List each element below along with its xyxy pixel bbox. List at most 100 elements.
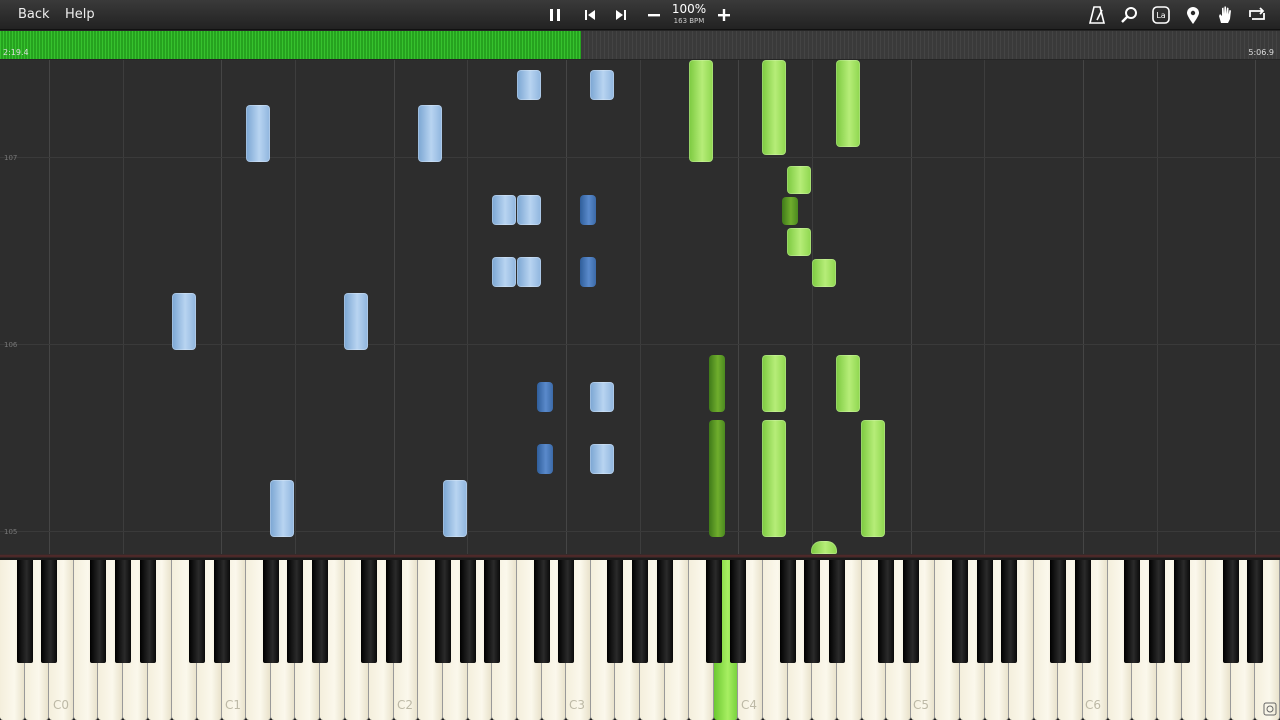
black-key[interactable] <box>976 560 993 663</box>
black-key[interactable] <box>41 560 58 663</box>
note-left-hand <box>517 70 541 100</box>
note-left-hand <box>270 480 294 537</box>
black-key[interactable] <box>1001 560 1018 663</box>
grid-line <box>1083 60 1084 554</box>
octave-label: C6 <box>1085 698 1102 712</box>
measure-label: 105 <box>4 528 18 536</box>
label-icon-text: La <box>1156 11 1165 20</box>
skip-back-icon[interactable] <box>578 3 602 27</box>
black-key[interactable] <box>1173 560 1190 663</box>
fullscreen-icon[interactable] <box>1263 701 1277 716</box>
note-left-hand <box>492 257 516 287</box>
black-key[interactable] <box>1247 560 1264 663</box>
black-key[interactable] <box>435 560 452 663</box>
song-progress-bar[interactable] <box>0 31 1280 59</box>
black-key[interactable] <box>287 560 304 663</box>
black-key[interactable] <box>656 560 673 663</box>
grid-line <box>911 60 912 554</box>
back-button[interactable]: Back <box>10 3 58 26</box>
black-key[interactable] <box>115 560 132 663</box>
black-key[interactable] <box>1148 560 1165 663</box>
note-left-hand-black <box>580 195 596 225</box>
note-right-hand-black <box>709 355 725 412</box>
note-left-hand <box>517 257 541 287</box>
note-right-hand <box>762 355 786 412</box>
black-key[interactable] <box>188 560 205 663</box>
note-left-hand <box>246 105 270 162</box>
progress-fill <box>0 31 582 59</box>
note-left-hand <box>344 293 368 350</box>
note-right-hand <box>762 60 786 155</box>
black-key[interactable] <box>705 560 722 663</box>
help-button[interactable]: Help <box>57 3 103 26</box>
hand-icon[interactable] <box>1213 3 1237 27</box>
note-left-hand <box>590 444 614 474</box>
note-right-hand-black <box>709 420 725 537</box>
grid-line <box>984 60 985 554</box>
black-key[interactable] <box>558 560 575 663</box>
metronome-icon[interactable] <box>1085 3 1109 27</box>
black-key[interactable] <box>1050 560 1067 663</box>
grid-line <box>467 60 468 554</box>
black-key[interactable] <box>262 560 279 663</box>
octave-label: C5 <box>913 698 930 712</box>
black-key[interactable] <box>459 560 476 663</box>
note-left-hand <box>418 105 442 162</box>
black-key[interactable] <box>607 560 624 663</box>
grid-line <box>1255 60 1256 554</box>
octave-label: C1 <box>225 698 242 712</box>
black-key[interactable] <box>1075 560 1092 663</box>
black-key[interactable] <box>16 560 33 663</box>
black-key[interactable] <box>632 560 648 663</box>
speed-display[interactable]: 100% 163 BPM <box>671 2 707 26</box>
search-icon[interactable] <box>1117 3 1141 27</box>
note-left-hand <box>517 195 541 225</box>
black-key[interactable] <box>312 560 328 663</box>
black-key[interactable] <box>1124 560 1141 663</box>
note-right-hand <box>836 60 860 147</box>
grid-line <box>812 60 813 554</box>
total-time: 5:06.9 <box>1248 48 1274 57</box>
black-key[interactable] <box>1222 560 1239 663</box>
black-key[interactable] <box>730 560 747 663</box>
black-key[interactable] <box>90 560 107 663</box>
black-key[interactable] <box>139 560 156 663</box>
note-left-hand-black <box>537 382 553 412</box>
black-key[interactable] <box>828 560 845 663</box>
black-key[interactable] <box>361 560 378 663</box>
pause-icon[interactable] <box>543 3 567 27</box>
note-left-hand <box>590 382 614 412</box>
grid-line <box>221 60 222 554</box>
black-key[interactable] <box>902 560 919 663</box>
elapsed-time: 2:19.4 <box>3 48 29 57</box>
black-key[interactable] <box>213 560 230 663</box>
measure-label: 107 <box>4 154 18 162</box>
tempo-bpm: 163 BPM <box>673 17 705 25</box>
black-key[interactable] <box>952 560 968 663</box>
measure-line <box>0 157 1280 158</box>
black-key[interactable] <box>533 560 550 663</box>
black-key[interactable] <box>878 560 895 663</box>
plus-icon[interactable] <box>712 3 736 27</box>
black-key[interactable] <box>385 560 402 663</box>
grid-line <box>49 60 50 554</box>
label-icon[interactable]: La <box>1149 3 1173 27</box>
black-key[interactable] <box>484 560 501 663</box>
note-right-hand <box>787 228 811 256</box>
minus-icon[interactable] <box>642 3 666 27</box>
location-pin-icon[interactable] <box>1181 3 1205 27</box>
skip-forward-icon[interactable] <box>609 3 633 27</box>
note-left-hand <box>492 195 516 225</box>
octave-label: C4 <box>741 698 758 712</box>
black-key[interactable] <box>779 560 796 663</box>
note-left-hand <box>443 480 467 537</box>
note-left-hand-black <box>537 444 553 474</box>
black-key[interactable] <box>804 560 821 663</box>
measure-line <box>0 531 1280 532</box>
measure-label: 106 <box>4 341 18 349</box>
falling-notes-area: 107 106 105 <box>0 60 1280 554</box>
synthesia-app: Back Help 100% 163 BPM La 2:19.4 5:06.9 … <box>0 0 1280 720</box>
grid-line <box>640 60 641 554</box>
top-toolbar: Back Help 100% 163 BPM La <box>0 0 1280 30</box>
loop-icon[interactable] <box>1245 3 1269 27</box>
